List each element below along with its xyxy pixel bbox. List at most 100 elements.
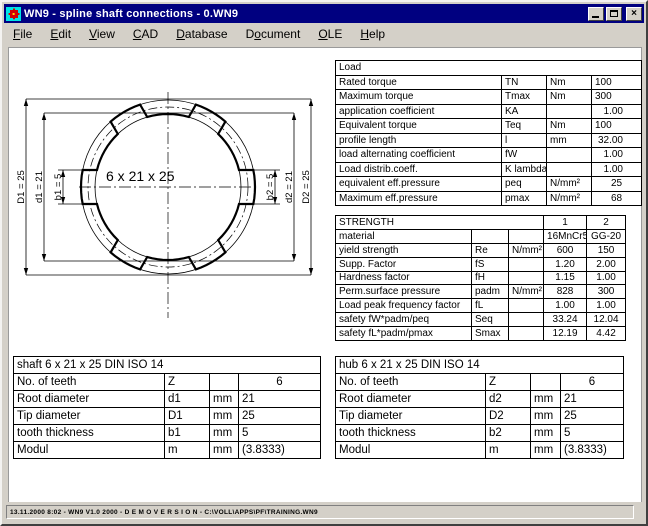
table-cell: 150 [587,243,626,257]
table-cell: 1.00 [592,148,642,163]
table-row: profile lengthlmm32.00 [336,133,642,148]
table-row: safety fL*padm/pmaxSmax12.194.42 [336,327,626,341]
table-row: safety fW*padm/peqSeq33.2412.04 [336,313,626,327]
menu-item-file[interactable]: File [4,25,41,43]
table-row: Supp. FactorfS1.202.00 [336,257,626,271]
table-cell: 1.00 [592,162,642,177]
arrow-head [24,268,28,275]
table-cell: peq [502,177,547,192]
table-cell: 2 [587,216,626,230]
spline-drawing: D1 = 25 d1 = 21 b1 = 5 b2 = 5 d2 = 21 D2… [13,58,333,350]
table-cell: Perm.surface pressure [336,285,472,299]
status-bar: 13.11.2000 8:02 - WN9 V1.0 2000 - D E M … [4,502,644,522]
table-cell: 1.00 [587,271,626,285]
table-cell: No. of teeth [14,374,165,391]
dim-label-D1: D1 = 25 [16,170,27,204]
table-cell: d2 [486,391,531,408]
table-cell: mm [210,442,239,459]
table-row: tooth thicknessb2mm5 [336,425,624,442]
table-row: STRENGTH12 [336,216,626,230]
dim-label-b2: b2 = 5 [265,174,276,201]
table-row: Modulmmm(3.8333) [14,442,321,459]
table-cell: Smax [472,327,509,341]
menu-bar: FileEditViewCADDatabaseDocumentOLEHelp [4,24,644,44]
maximize-button[interactable] [606,7,622,21]
app-icon[interactable] [6,7,21,21]
table-cell: 828 [544,285,587,299]
menu-item-help[interactable]: Help [351,25,394,43]
table-cell: Supp. Factor [336,257,472,271]
table-cell: 1.00 [587,299,626,313]
table-cell: N/mm² [547,177,592,192]
table-title: shaft 6 x 21 x 25 DIN ISO 14 [14,357,321,374]
dim-label-d1: d1 = 21 [34,171,45,203]
table-cell: mm [531,408,561,425]
menu-item-database[interactable]: Database [167,25,236,43]
table-cell: mm [531,442,561,459]
table-cell: 6 [239,374,321,391]
table-cell: Seq [472,313,509,327]
table-row: material16MnCr5GG-20 [336,229,626,243]
table-cell: Tip diameter [14,408,165,425]
table-cell: 1.15 [544,271,587,285]
app-window: WN9 - spline shaft connections - 0.WN9 ×… [0,0,648,526]
table-cell: Load distrib.coeff. [336,162,502,177]
table-cell: fW [502,148,547,163]
table-cell: Nm [547,119,592,134]
menu-item-document[interactable]: Document [237,25,310,43]
table-cell: D1 [165,408,210,425]
minimize-button[interactable] [588,7,604,21]
close-button[interactable]: × [626,7,642,21]
table-cell: fH [472,271,509,285]
table-cell: l [502,133,547,148]
table-row: Maximum torqueTmaxNm300 [336,90,642,105]
table-row: Maximum eff.pressurepmaxN/mm²68 [336,191,642,206]
table-title: STRENGTH [336,216,544,230]
table-cell: 600 [544,243,587,257]
table-cell [547,162,592,177]
table-cell: 300 [592,90,642,105]
table-cell: m [165,442,210,459]
arrow-head [292,113,296,120]
table-cell: Modul [336,442,486,459]
table-row: Rated torqueTNNm100 [336,75,642,90]
dim-label-D2: D2 = 25 [301,170,312,204]
table-cell: 6 [561,374,624,391]
table-cell: Modul [14,442,165,459]
table-cell: 12.04 [587,313,626,327]
table-cell: 25 [561,408,624,425]
table-cell: Rated torque [336,75,502,90]
menu-item-view[interactable]: View [80,25,124,43]
arrow-head [309,268,313,275]
table-cell: Maximum torque [336,90,502,105]
table-cell: Root diameter [14,391,165,408]
table-cell: 100 [592,119,642,134]
table-cell: 68 [592,191,642,206]
table-cell: 5 [561,425,624,442]
table-cell: 25 [239,408,321,425]
table-cell: m [486,442,531,459]
table-row: Load peak frequency factorfL1.001.00 [336,299,626,313]
table-cell [509,299,544,313]
window-title: WN9 - spline shaft connections - 0.WN9 [24,8,588,20]
table-cell: pmax [502,191,547,206]
table-cell: 300 [587,285,626,299]
table-cell: N/mm² [509,285,544,299]
table-cell: Z [165,374,210,391]
table-cell [509,257,544,271]
status-panel: 13.11.2000 8:02 - WN9 V1.0 2000 - D E M … [6,505,634,519]
arrow-head [309,99,313,106]
table-row: load alternating coefficientfW1.00 [336,148,642,163]
table-cell: Tip diameter [336,408,486,425]
menu-item-edit[interactable]: Edit [41,25,80,43]
menu-item-ole[interactable]: OLE [309,25,351,43]
menu-item-cad[interactable]: CAD [124,25,167,43]
table-cell: D2 [486,408,531,425]
table-cell: 32.00 [592,133,642,148]
table-cell: N/mm² [509,243,544,257]
dim-label-d2: d2 = 21 [284,171,295,203]
drawing-center-label: 6 x 21 x 25 [106,168,175,184]
table-cell: Nm [547,90,592,105]
table-row: equivalent eff.pressurepeqN/mm²25 [336,177,642,192]
table-row: Hardness factorfH1.151.00 [336,271,626,285]
